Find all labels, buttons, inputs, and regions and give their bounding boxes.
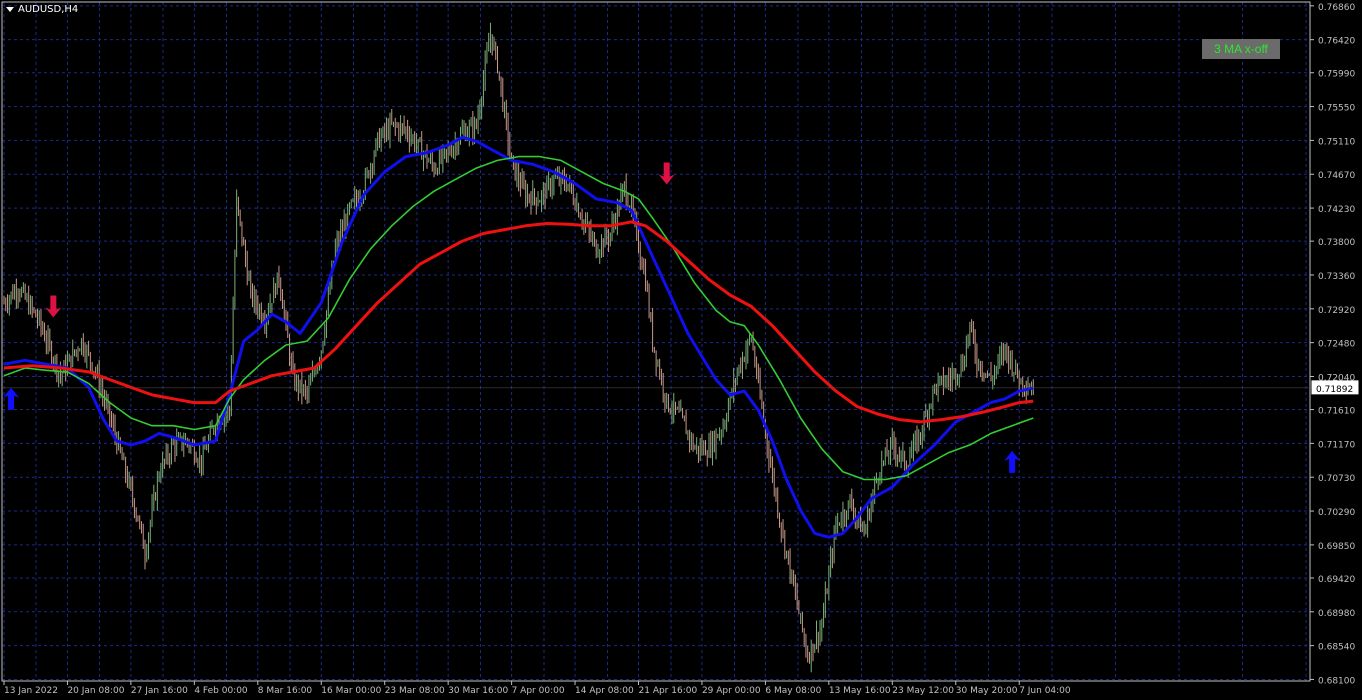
y-tick-label: 0.75110 xyxy=(1318,137,1355,147)
ma-mid-line xyxy=(3,155,1034,481)
chart-symbol-title: AUDUSD,H4 xyxy=(6,4,78,15)
x-tick-label: 13 Jan 2022 xyxy=(4,686,58,696)
symbol-label: AUDUSD,H4 xyxy=(18,4,79,15)
signal-up-arrow-icon xyxy=(1004,450,1021,473)
x-tick-label: 7 Apr 00:00 xyxy=(512,686,565,696)
x-tick-label: 27 Jan 16:00 xyxy=(131,686,188,696)
x-tick-label: 23 Mar 08:00 xyxy=(385,686,445,696)
y-tick-label: 0.74230 xyxy=(1318,205,1355,215)
y-tick-label: 0.72480 xyxy=(1318,340,1355,350)
y-tick-label: 0.68980 xyxy=(1318,609,1355,619)
x-tick-label: 16 Mar 00:00 xyxy=(321,686,381,696)
y-tick-label: 0.68540 xyxy=(1318,643,1355,653)
x-tick-label: 29 Apr 00:00 xyxy=(702,686,761,696)
y-tick-label: 0.76420 xyxy=(1318,37,1355,47)
y-tick-label: 0.70730 xyxy=(1318,474,1355,484)
signal-up-arrow-icon xyxy=(3,387,20,410)
y-tick-label: 0.75550 xyxy=(1318,104,1355,114)
signal-down-arrow-icon xyxy=(658,162,675,185)
x-tick-label: 6 May 08:00 xyxy=(765,686,821,696)
x-tick-label: 30 May 20:00 xyxy=(956,686,1018,696)
x-tick-label: 30 Mar 16:00 xyxy=(448,686,508,696)
y-tick-label: 0.73360 xyxy=(1318,272,1355,282)
x-tick-label: 7 Jun 04:00 xyxy=(1019,686,1071,696)
current-price-label: 0.71892 xyxy=(1316,385,1353,395)
x-tick-label: 20 Jan 08:00 xyxy=(67,686,124,696)
y-tick-label: 0.70290 xyxy=(1318,508,1355,518)
y-tick-label: 0.72920 xyxy=(1318,306,1355,316)
x-tick-label: 21 Apr 16:00 xyxy=(639,686,698,696)
y-tick-label: 0.69420 xyxy=(1318,575,1355,585)
chart-frame xyxy=(1,1,1311,682)
y-tick-label: 0.73800 xyxy=(1318,238,1355,248)
y-tick-label: 0.68100 xyxy=(1318,676,1355,686)
indicator-badge[interactable]: 3 MA x-off xyxy=(1202,39,1280,59)
y-tick-label: 0.71170 xyxy=(1318,440,1355,450)
price-chart[interactable]: 0.76860 0.76420 0.75990 0.75550 0.75110 0.746… xyxy=(0,0,1362,700)
x-tick-label: 8 Mar 16:00 xyxy=(258,686,313,696)
x-tick-label: 14 Apr 08:00 xyxy=(575,686,634,696)
x-tick-label: 23 May 12:00 xyxy=(892,686,954,696)
y-tick-label: 0.75990 xyxy=(1318,70,1355,80)
y-tick-label: 0.69850 xyxy=(1318,542,1355,552)
ma-slow-line xyxy=(3,220,1034,424)
signal-down-arrow-icon xyxy=(45,295,62,318)
y-tick-label: 0.71610 xyxy=(1318,407,1355,417)
dropdown-triangle-icon[interactable] xyxy=(6,7,14,12)
y-tick-label: 0.76860 xyxy=(1318,3,1355,13)
x-tick-label: 4 Feb 00:00 xyxy=(194,686,248,696)
x-tick-label: 13 May 16:00 xyxy=(829,686,891,696)
y-tick-label: 0.74670 xyxy=(1318,171,1355,181)
